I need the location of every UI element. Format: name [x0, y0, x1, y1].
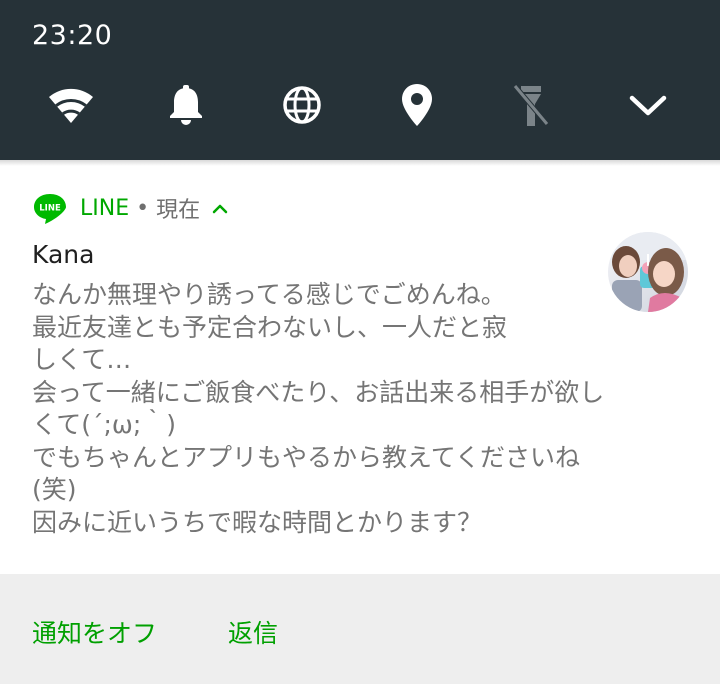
chevron-down-icon [629, 95, 667, 116]
notification-header[interactable]: LINE LINE • 現在 [32, 190, 228, 226]
reply-button[interactable]: 返信 [228, 614, 278, 650]
svg-text:LINE: LINE [39, 204, 61, 214]
app-name: LINE [80, 195, 130, 221]
notification-time: 現在 [156, 198, 201, 223]
avatar [608, 232, 688, 312]
message-line: 因みに近いうちで暇な時間とかります？ [32, 507, 483, 537]
data-toggle[interactable] [277, 80, 327, 130]
status-clock: 23:20 [32, 20, 113, 51]
message-body: なんか無理やり誘ってる感じでごめんね。 最近友達とも予定合わないし、一人だと寂 … [32, 279, 692, 539]
message-line: しくて… [32, 345, 132, 374]
bell-icon [170, 85, 202, 125]
header-separator: • [136, 195, 150, 221]
sender-name: Kana [32, 240, 95, 269]
chevron-up-icon[interactable] [212, 202, 228, 214]
line-app-icon: LINE [34, 194, 66, 224]
wifi-toggle[interactable] [46, 80, 96, 130]
message-line: なんか無理やり誘ってる感じでごめんね。 [32, 280, 506, 309]
turn-off-notifications-button[interactable]: 通知をオフ [32, 614, 157, 650]
message-line: 会って一緒にご飯食べたり、お話出来る相手が欲し [32, 377, 605, 407]
wifi-icon [49, 88, 93, 123]
message-line: くて(´;ω;｀) [32, 410, 177, 439]
expand-settings-button[interactable] [623, 80, 673, 130]
message-line: 最近友達とも予定合わないし、一人だと寂 [32, 312, 508, 342]
avatar-photo [608, 232, 688, 312]
globe-icon [283, 86, 321, 124]
message-line: でもちゃんとアプリもやるから教えてくださいね [32, 442, 581, 472]
notification-actions: 通知をオフ 返信 [0, 574, 720, 684]
flashlight-toggle[interactable] [506, 80, 556, 130]
location-icon [402, 84, 432, 126]
message-line: (笑) [32, 475, 77, 504]
location-toggle[interactable] [392, 80, 442, 130]
flashlight-off-icon [513, 84, 549, 126]
do-not-disturb-toggle[interactable] [161, 80, 211, 130]
quick-settings-shade: 23:20 [0, 0, 720, 160]
line-notification[interactable]: LINE LINE • 現在 Kana なんか無理やり誘ってる感じでごめんね。 … [0, 166, 720, 574]
